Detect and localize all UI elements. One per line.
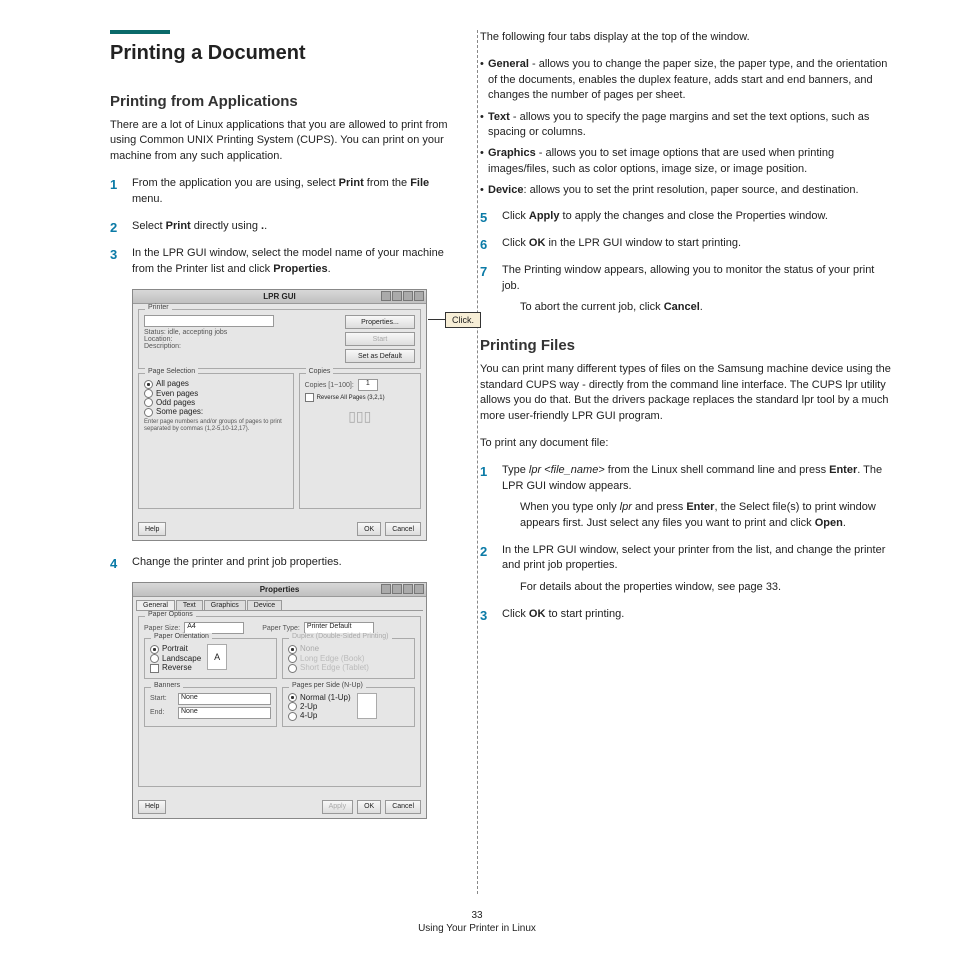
- column-divider: [477, 30, 478, 894]
- bullet-text: Text - allows you to specify the page ma…: [480, 110, 895, 141]
- section2-prelist: To print any document file:: [480, 436, 895, 451]
- help-button[interactable]: Help: [138, 800, 166, 814]
- apply-button[interactable]: Apply: [322, 800, 354, 814]
- banner-start-combo[interactable]: None: [178, 693, 271, 705]
- properties-button[interactable]: Properties...: [345, 315, 415, 329]
- page-title: Printing a Document: [110, 42, 455, 65]
- nup-4-radio[interactable]: 4-Up: [288, 711, 351, 720]
- cancel-button[interactable]: Cancel: [385, 522, 421, 536]
- bullet-graphics: Graphics - allows you to set image optio…: [480, 146, 895, 177]
- help-icon[interactable]: [381, 584, 391, 594]
- max-icon[interactable]: [403, 584, 413, 594]
- some-pages-radio[interactable]: Some pages:: [144, 407, 288, 416]
- section-heading: Printing from Applications: [110, 93, 455, 110]
- ok-button[interactable]: OK: [357, 522, 381, 536]
- title-accent: [110, 30, 170, 34]
- odd-pages-radio[interactable]: Odd pages: [144, 398, 288, 407]
- tab-graphics[interactable]: Graphics: [204, 600, 246, 610]
- start-button[interactable]: Start: [345, 332, 415, 346]
- section2-intro: You can print many different types of fi…: [480, 362, 895, 424]
- page-footer: 33 Using Your Printer in Linux: [0, 910, 954, 934]
- step-5: 5 Click Apply to apply the changes and c…: [480, 209, 895, 224]
- step-1: 1 From the application you are using, se…: [110, 176, 455, 207]
- ok-button[interactable]: OK: [357, 800, 381, 814]
- duplex-long-radio[interactable]: Long Edge (Book): [288, 654, 409, 663]
- properties-dialog: Properties General Text Graphics Device …: [132, 582, 427, 818]
- files-step-1: 1 Type lpr <file_name> from the Linux sh…: [480, 463, 895, 531]
- bullet-device: Device: allows you to set the print reso…: [480, 183, 895, 198]
- tabs-intro: The following four tabs display at the t…: [480, 30, 895, 45]
- min-icon[interactable]: [392, 291, 402, 301]
- step-3: 3 In the LPR GUI window, select the mode…: [110, 246, 455, 277]
- even-pages-radio[interactable]: Even pages: [144, 389, 288, 398]
- step-2: 2 Select Print directly using ..: [110, 219, 455, 234]
- click-callout: Click.: [445, 312, 481, 328]
- step-7: 7 The Printing window appears, allowing …: [480, 263, 895, 315]
- close-icon[interactable]: [414, 291, 424, 301]
- max-icon[interactable]: [403, 291, 413, 301]
- nup-2-radio[interactable]: 2-Up: [288, 702, 351, 711]
- printer-combo[interactable]: [144, 315, 274, 327]
- reverse-check[interactable]: Reverse: [150, 663, 201, 672]
- files-step-2: 2 In the LPR GUI window, select your pri…: [480, 543, 895, 595]
- duplex-short-radio[interactable]: Short Edge (Tablet): [288, 663, 409, 672]
- bullet-general: General - allows you to change the paper…: [480, 57, 895, 103]
- reverse-check[interactable]: Reverse All Pages (3,2,1): [305, 393, 415, 402]
- intro-text: There are a lot of Linux applications th…: [110, 118, 455, 164]
- lpr-gui-dialog: LPR GUI Printer Status: idle, accepting …: [132, 289, 427, 541]
- help-button[interactable]: Help: [138, 522, 166, 536]
- step-6: 6 Click OK in the LPR GUI window to star…: [480, 236, 895, 251]
- files-step-3: 3 Click OK to start printing.: [480, 607, 895, 622]
- portrait-radio[interactable]: Portrait: [150, 644, 201, 653]
- cancel-button[interactable]: Cancel: [385, 800, 421, 814]
- tab-device[interactable]: Device: [247, 600, 282, 610]
- tab-general[interactable]: General: [136, 600, 175, 610]
- tab-text[interactable]: Text: [176, 600, 203, 610]
- landscape-radio[interactable]: Landscape: [150, 654, 201, 663]
- all-pages-radio[interactable]: All pages: [144, 379, 288, 388]
- nup-1-radio[interactable]: Normal (1-Up): [288, 693, 351, 702]
- step-4: 4 Change the printer and print job prope…: [110, 555, 455, 570]
- dialog-titlebar: LPR GUI: [133, 290, 426, 304]
- section-heading-2: Printing Files: [480, 337, 895, 354]
- set-default-button[interactable]: Set as Default: [345, 349, 415, 363]
- copies-spinner[interactable]: 1: [358, 379, 378, 391]
- min-icon[interactable]: [392, 584, 402, 594]
- banner-end-combo[interactable]: None: [178, 707, 271, 719]
- close-icon[interactable]: [414, 584, 424, 594]
- help-icon[interactable]: [381, 291, 391, 301]
- duplex-none-radio[interactable]: None: [288, 644, 409, 653]
